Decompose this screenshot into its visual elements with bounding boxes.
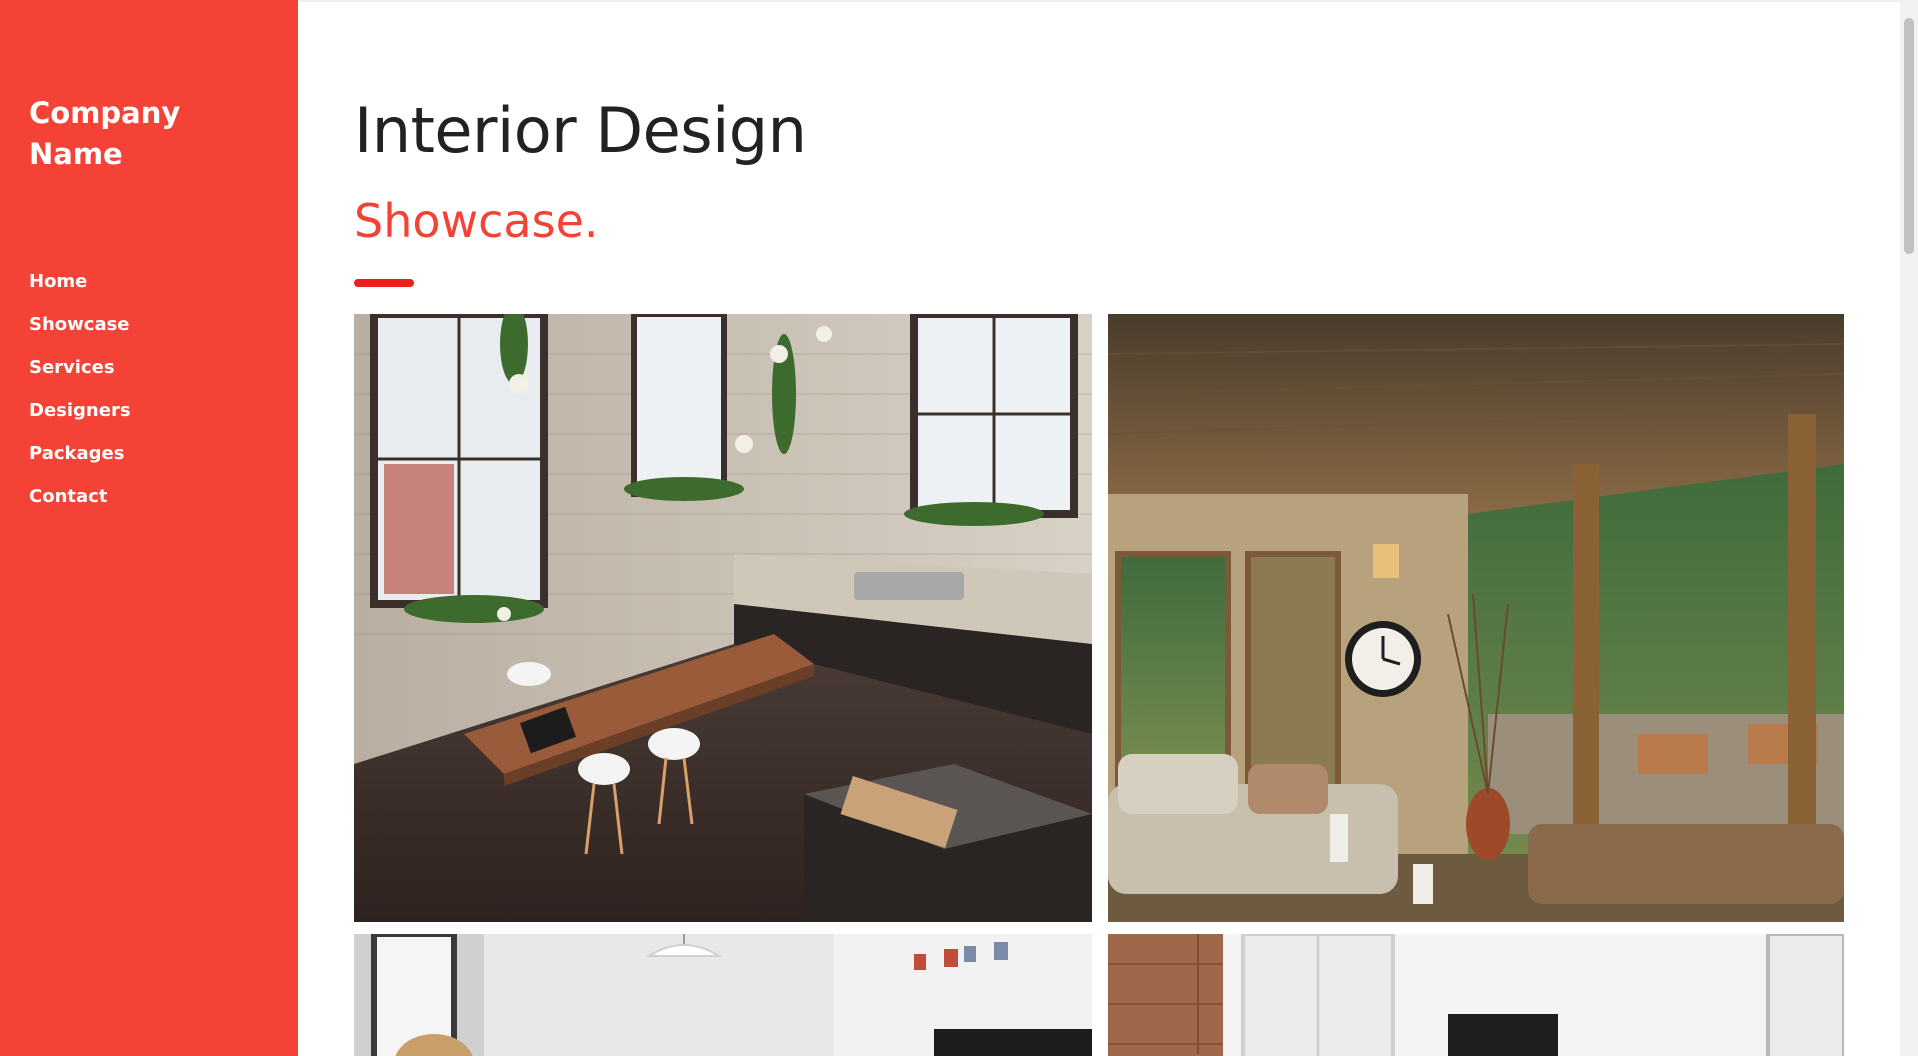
page: Company Name Home Showcase Services Desi… [0,0,1918,1056]
gallery-image-white-room[interactable] [354,934,1092,1056]
gallery-image-loft-kitchen[interactable] [354,314,1092,922]
nav-home[interactable]: Home [29,268,131,311]
nav-packages[interactable]: Packages [29,440,131,483]
page-title: Interior Design [354,94,807,167]
gallery-image-living-room[interactable] [1108,314,1844,922]
gallery-image-bright-room[interactable] [1108,934,1844,1056]
main-content: Interior Design Showcase. [298,0,1900,1056]
nav-showcase[interactable]: Showcase [29,311,131,354]
white-room-photo [354,934,1092,1056]
company-name[interactable]: Company Name [29,93,259,175]
sidebar: Company Name Home Showcase Services Desi… [0,0,298,1056]
page-scrollbar[interactable] [1900,0,1918,1056]
page-subtitle: Showcase. [354,194,599,248]
sidebar-nav: Home Showcase Services Designers Package… [29,268,131,526]
scrollbar-thumb[interactable] [1904,18,1914,254]
loft-kitchen-photo [354,314,1092,922]
nav-designers[interactable]: Designers [29,397,131,440]
title-divider [354,279,414,287]
bright-room-photo [1108,934,1844,1056]
nav-contact[interactable]: Contact [29,483,131,526]
living-room-photo [1108,314,1844,922]
nav-services[interactable]: Services [29,354,131,397]
